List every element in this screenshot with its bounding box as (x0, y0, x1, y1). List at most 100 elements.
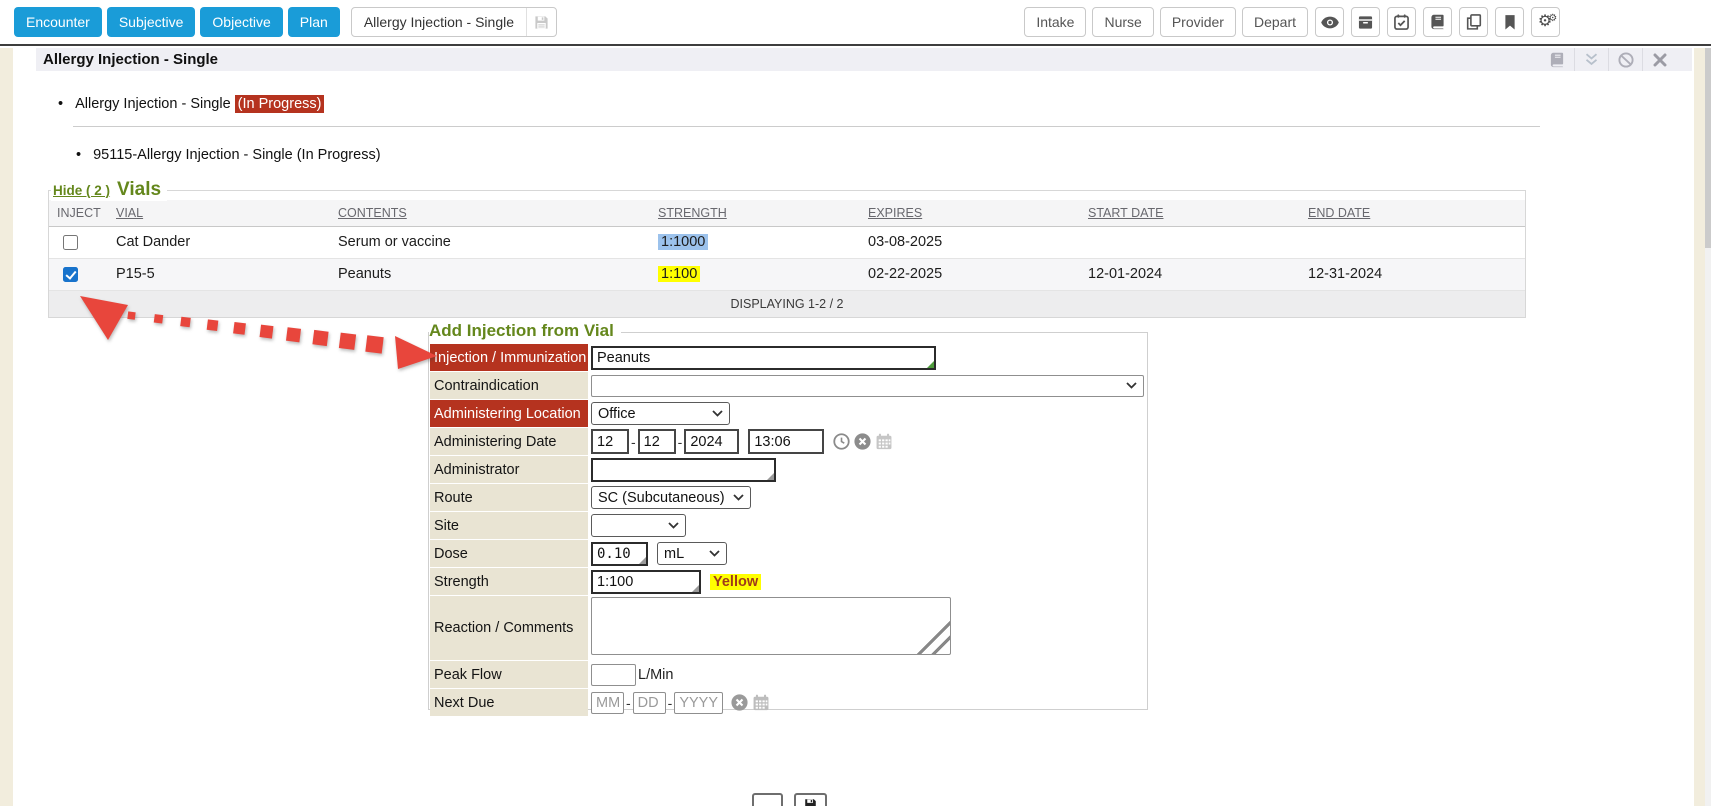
route-select[interactable]: SC (Subcutaneous) (591, 486, 751, 509)
strength-input[interactable] (591, 570, 701, 594)
calendar-icon[interactable] (752, 694, 770, 711)
cell-end-date (1300, 226, 1525, 258)
chevron-down-icon (709, 550, 720, 557)
panel-actions (1540, 48, 1676, 71)
table-header-row: INJECT VIAL CONTENTS STRENGTH EXPIRES ST… (49, 200, 1525, 226)
calendar-icon[interactable] (875, 433, 893, 450)
location-select[interactable]: Office (591, 402, 730, 425)
col-strength[interactable]: STRENGTH (650, 200, 860, 226)
injection-input[interactable] (591, 346, 936, 370)
date-time-input[interactable] (748, 429, 824, 454)
panel-title-bar: Allergy Injection - Single (36, 48, 1692, 71)
toolbar-right-group: Intake Nurse Provider Depart (1018, 7, 1560, 37)
intake-button[interactable]: Intake (1024, 7, 1086, 37)
next-due-day-input[interactable] (633, 692, 666, 714)
dose-label: Dose (430, 540, 588, 567)
gears-icon[interactable]: ⚙⚙ (1531, 7, 1560, 37)
document-title: Allergy Injection - Single (352, 14, 526, 30)
col-vial[interactable]: VIAL (108, 200, 330, 226)
form-row-contraindication: Contraindication (430, 372, 1146, 399)
bottom-save-button[interactable] (794, 793, 827, 806)
col-start-date[interactable]: START DATE (1080, 200, 1300, 226)
note-subitem-label: 95115-Allergy Injection - Single (In Pro… (93, 147, 380, 163)
close-icon[interactable] (1642, 48, 1676, 71)
reaction-label: Reaction / Comments (430, 596, 588, 660)
form-row-administering-date: Administering Date - - (430, 428, 1146, 455)
date-day-input[interactable] (638, 429, 676, 454)
date-separator: - (668, 695, 673, 711)
hide-vials-link[interactable]: Hide ( 2 ) (53, 183, 110, 198)
date-separator: - (626, 695, 631, 711)
site-select[interactable] (591, 514, 686, 537)
administrator-label: Administrator (430, 456, 588, 483)
provider-button[interactable]: Provider (1160, 7, 1236, 37)
book-icon[interactable] (1540, 48, 1574, 71)
divider (73, 126, 1540, 127)
contraindication-select[interactable] (591, 375, 1144, 397)
form-legend-title: Add Injection from Vial (429, 321, 621, 341)
cell-strength: 1:1000 (650, 226, 860, 258)
app-window: Encounter Subjective Objective Plan Alle… (0, 0, 1711, 806)
dose-unit-select[interactable]: mL (657, 542, 727, 565)
calendar-check-icon[interactable] (1387, 7, 1416, 37)
peak-flow-input[interactable] (591, 664, 636, 686)
bullet-marker: • (76, 147, 81, 163)
form-row-site: Site (430, 512, 1146, 539)
route-label: Route (430, 484, 588, 511)
table-paging-status: DISPLAYING 1-2 / 2 (49, 291, 1525, 317)
col-contents[interactable]: CONTENTS (330, 200, 650, 226)
strength-color-tag: Yellow (710, 574, 761, 590)
strength-highlight: 1:100 (658, 266, 700, 282)
depart-button[interactable]: Depart (1242, 7, 1308, 37)
col-end-date[interactable]: END DATE (1300, 200, 1525, 226)
archive-icon[interactable] (1351, 7, 1380, 37)
right-margin-strip (1694, 48, 1705, 806)
dose-input[interactable] (591, 542, 648, 566)
form-row-location: Administering Location Office (430, 400, 1146, 427)
note-subitem: • 95115-Allergy Injection - Single (In Pr… (76, 147, 381, 163)
page-title: Allergy Injection - Single (36, 51, 218, 68)
collapse-icon[interactable] (1574, 48, 1608, 71)
form-row-next-due: Next Due - - (430, 689, 1146, 716)
reaction-comments-textarea[interactable] (591, 597, 951, 655)
copy-icon[interactable] (1459, 7, 1488, 37)
date-year-input[interactable] (684, 429, 739, 454)
book-icon[interactable] (1423, 7, 1452, 37)
bottom-action-button[interactable] (752, 793, 783, 806)
eye-icon[interactable] (1315, 7, 1344, 37)
form-row-reaction: Reaction / Comments (430, 596, 1146, 660)
administrator-input[interactable] (591, 458, 776, 482)
injection-label: Injection / Immunization (430, 344, 588, 371)
next-due-month-input[interactable] (591, 692, 624, 714)
inject-checkbox[interactable] (63, 267, 78, 282)
note-item-in-progress: •Allergy Injection - Single (In Progress… (58, 96, 324, 112)
block-icon[interactable] (1608, 48, 1642, 71)
vertical-scrollbar[interactable] (1705, 48, 1711, 806)
save-icon[interactable] (526, 7, 556, 37)
strength-highlight: 1:1000 (658, 234, 708, 250)
subjective-button[interactable]: Subjective (107, 7, 196, 37)
clear-icon[interactable] (854, 433, 871, 450)
contraindication-label: Contraindication (430, 372, 588, 399)
next-due-year-input[interactable] (674, 692, 723, 714)
date-month-input[interactable] (591, 429, 629, 454)
add-injection-fieldset: Add Injection from Vial Injection / Immu… (428, 332, 1148, 710)
chevron-down-icon (668, 522, 679, 529)
vials-fieldset: Hide ( 2 ) Vials INJECT VIAL CONTENTS ST… (48, 190, 1526, 318)
plan-button[interactable]: Plan (288, 7, 340, 37)
encounter-button[interactable]: Encounter (14, 7, 102, 37)
clock-icon[interactable] (833, 433, 850, 450)
table-row: P15-5 Peanuts 1:100 02-22-2025 12-01-202… (49, 258, 1525, 290)
inject-checkbox[interactable] (63, 235, 78, 250)
cell-strength: 1:100 (650, 258, 860, 290)
cell-start-date: 12-01-2024 (1080, 258, 1300, 290)
clear-icon[interactable] (731, 694, 748, 711)
status-badge: (In Progress) (235, 95, 325, 113)
col-expires[interactable]: EXPIRES (860, 200, 1080, 226)
scrollbar-thumb[interactable] (1705, 48, 1711, 248)
objective-button[interactable]: Objective (200, 7, 282, 37)
nurse-button[interactable]: Nurse (1092, 7, 1153, 37)
form-row-dose: Dose mL (430, 540, 1146, 567)
cell-expires: 03-08-2025 (860, 226, 1080, 258)
bookmark-icon[interactable] (1495, 7, 1524, 37)
